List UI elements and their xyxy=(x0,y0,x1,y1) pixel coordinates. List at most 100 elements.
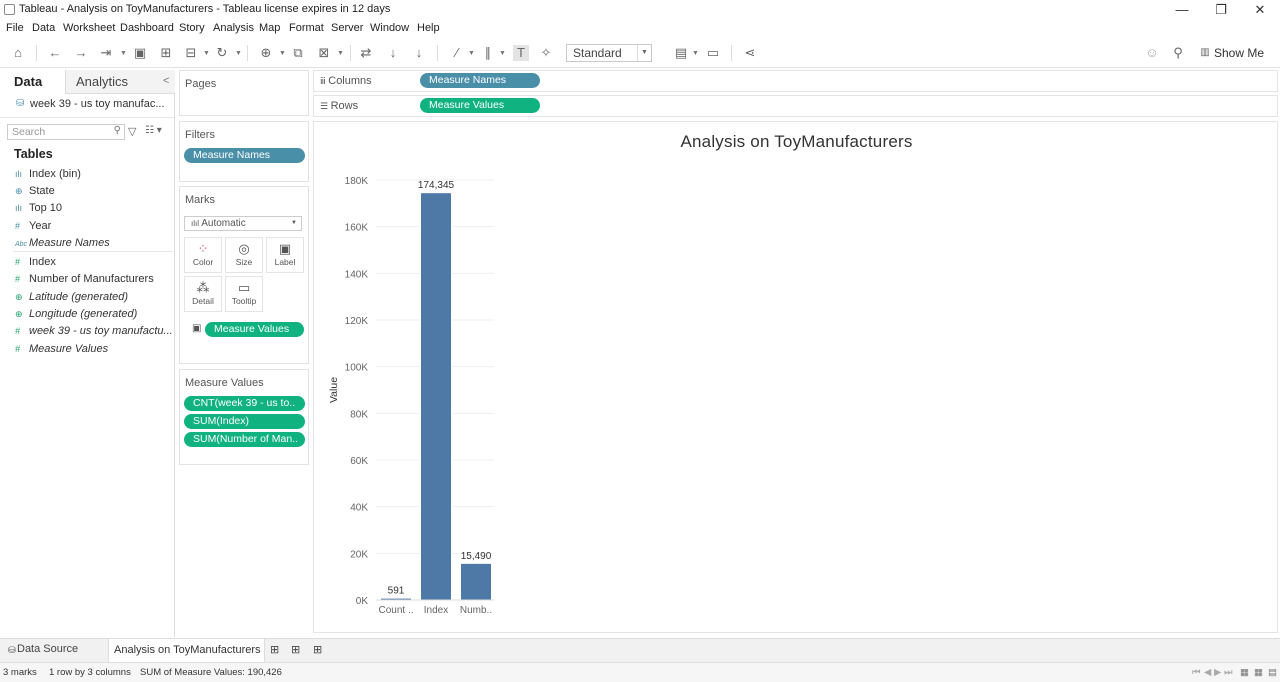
chevron-down-icon[interactable]: ▼ xyxy=(120,50,127,57)
visualization-area[interactable]: Analysis on ToyManufacturers 0K 20K 40K 60K… xyxy=(313,121,1278,633)
field-item[interactable]: ⊕ State xyxy=(15,185,55,201)
measure-pill-sum-index[interactable]: SUM(Index) xyxy=(184,414,305,429)
field-item[interactable]: # Index xyxy=(15,256,56,272)
show-mark-labels-icon[interactable]: T xyxy=(513,45,529,61)
new-story-icon[interactable]: ⊞ xyxy=(313,643,322,656)
tabs-view-icon[interactable]: ▤ xyxy=(1268,667,1277,678)
label-button[interactable]: ▣ Label xyxy=(266,237,304,273)
show-me-button[interactable]: Show Me xyxy=(1214,46,1264,60)
menu-help[interactable]: Help xyxy=(417,22,440,34)
measure-values-card[interactable]: Measure Values CNT(week 39 - us to.. SUM… xyxy=(179,369,309,465)
mark-type-select[interactable]: ılıl Automatic ▼ xyxy=(184,216,302,231)
size-button[interactable]: ◎ Size xyxy=(225,237,263,273)
highlight-icon[interactable]: ∕ xyxy=(449,45,465,61)
search-box[interactable]: Search ⚲ xyxy=(7,124,125,140)
tab-active-sheet[interactable]: Analysis on ToyManufacturers xyxy=(108,639,265,663)
rows-shelf[interactable]: ☰ Rows Measure Values xyxy=(313,95,1278,117)
menu-analysis[interactable]: Analysis xyxy=(213,22,254,34)
pages-card[interactable]: Pages xyxy=(179,70,309,116)
duplicate-icon[interactable]: ⧉ xyxy=(290,45,306,61)
filter-pill-measure-names[interactable]: Measure Names xyxy=(184,148,305,163)
field-item[interactable]: # week 39 - us toy manufactu... xyxy=(15,325,173,341)
chevron-down-icon[interactable]: ▼ xyxy=(468,50,475,57)
new-datasource-icon[interactable]: ⊞ xyxy=(158,45,174,61)
new-worksheet-icon[interactable]: ⊞ xyxy=(270,643,279,656)
columns-shelf[interactable]: ⅲ Columns Measure Names xyxy=(313,70,1278,92)
color-button[interactable]: ⁘ Color xyxy=(184,237,222,273)
field-item[interactable]: # Number of Manufacturers xyxy=(15,273,154,289)
chevron-down-icon[interactable]: ▼ xyxy=(203,50,210,57)
filter-icon[interactable]: ▽ xyxy=(128,125,136,138)
bar-chart[interactable]: 0K 20K 40K 60K 80K 100K 120K 140K 160K 180K Value 5… xyxy=(314,122,1277,632)
menu-dashboard[interactable]: Dashboard xyxy=(120,22,174,34)
menu-map[interactable]: Map xyxy=(259,22,280,34)
filmstrip-view-icon[interactable]: ▦ xyxy=(1240,667,1249,678)
fit-select[interactable]: Standard ▼ xyxy=(566,44,652,62)
new-worksheet-icon[interactable]: ⊕ xyxy=(258,45,274,61)
undo-icon[interactable]: ← xyxy=(47,45,63,61)
menu-server[interactable]: Server xyxy=(331,22,363,34)
new-dashboard-icon[interactable]: ⊞ xyxy=(291,643,300,656)
next-sheet-icon[interactable]: ▶ xyxy=(1214,667,1221,678)
previous-sheet-icon[interactable]: ◀ xyxy=(1204,667,1211,678)
chevron-down-icon[interactable]: ▼ xyxy=(637,45,651,61)
show-cards-icon[interactable]: ▤ xyxy=(673,45,689,61)
redo-icon[interactable]: → xyxy=(73,45,89,61)
field-item[interactable]: ılı Index (bin) xyxy=(15,168,81,184)
close-button[interactable]: ✕ xyxy=(1240,0,1280,20)
view-options-icon[interactable]: ☷ ▾ xyxy=(145,125,162,136)
rows-shelf-label: ☰ Rows xyxy=(320,100,358,112)
tab-data[interactable]: Data xyxy=(14,74,42,89)
tableau-tips-icon[interactable]: ⚲ xyxy=(1170,45,1186,61)
measure-pill-sum-number[interactable]: SUM(Number of Man.. xyxy=(184,432,305,447)
menu-file[interactable]: File xyxy=(6,22,24,34)
menu-story[interactable]: Story xyxy=(179,22,205,34)
fix-axes-icon[interactable]: ✧ xyxy=(538,45,554,61)
chevron-down-icon[interactable]: ▼ xyxy=(499,50,506,57)
collapse-pane-button[interactable]: < xyxy=(163,75,169,87)
filters-card[interactable]: Filters Measure Names xyxy=(179,121,309,182)
explain-data-icon[interactable]: ☺ xyxy=(1144,45,1160,61)
marks-card[interactable]: Marks ılıl Automatic ▼ ⁘ Color ◎ Size ▣ … xyxy=(179,186,309,364)
home-icon[interactable]: ⌂ xyxy=(10,45,26,61)
refresh-icon[interactable]: ↻ xyxy=(214,45,230,61)
chevron-down-icon[interactable]: ▼ xyxy=(235,50,242,57)
field-item[interactable]: # Year xyxy=(15,220,51,236)
datasource-name[interactable]: week 39 - us toy manufac... xyxy=(30,98,165,110)
menu-data[interactable]: Data xyxy=(32,22,55,34)
field-item[interactable]: # Measure Values xyxy=(15,343,108,359)
sheet-sorter-icon[interactable]: ▦ xyxy=(1254,667,1263,678)
field-item[interactable]: ⊕ Latitude (generated) xyxy=(15,291,128,307)
clear-sheet-icon[interactable]: ⊠ xyxy=(316,45,332,61)
show-me-icon[interactable]: ▥ xyxy=(1199,45,1211,61)
first-sheet-icon[interactable]: ⏮ xyxy=(1192,667,1201,678)
detail-button[interactable]: ⁂ Detail xyxy=(184,276,222,312)
columns-pill-measure-names[interactable]: Measure Names xyxy=(420,73,540,88)
swap-rows-columns-icon[interactable]: ⇄ xyxy=(358,45,374,61)
presentation-mode-icon[interactable]: ▭ xyxy=(705,45,721,61)
measure-pill-cnt[interactable]: CNT(week 39 - us to.. xyxy=(184,396,305,411)
field-item[interactable]: ılı Top 10 xyxy=(15,202,62,218)
chevron-down-icon[interactable]: ▼ xyxy=(692,50,699,57)
sort-ascending-icon[interactable]: ↓ xyxy=(385,45,401,61)
tooltip-button[interactable]: ▭ Tooltip xyxy=(225,276,263,312)
pause-updates-icon[interactable]: ⊟ xyxy=(183,45,199,61)
menu-format[interactable]: Format xyxy=(289,22,324,34)
tab-data-source[interactable]: Data Source xyxy=(17,643,78,655)
replay-icon[interactable]: ⇥ xyxy=(98,45,114,61)
chevron-down-icon[interactable]: ▼ xyxy=(279,50,286,57)
restore-button[interactable]: ❐ xyxy=(1201,0,1241,20)
chevron-down-icon[interactable]: ▼ xyxy=(337,50,344,57)
save-icon[interactable]: ▣ xyxy=(132,45,148,61)
field-item[interactable]: ⊕ Longitude (generated) xyxy=(15,308,137,324)
marks-pill-measure-values[interactable]: Measure Values xyxy=(205,322,304,337)
group-members-icon[interactable]: ∥ xyxy=(480,45,496,61)
menu-worksheet[interactable]: Worksheet xyxy=(63,22,115,34)
share-icon[interactable]: ⋖ xyxy=(742,45,758,61)
menu-window[interactable]: Window xyxy=(370,22,409,34)
sort-descending-icon[interactable]: ↓ xyxy=(411,45,427,61)
minimize-button[interactable]: — xyxy=(1162,0,1202,20)
rows-pill-measure-values[interactable]: Measure Values xyxy=(420,98,540,113)
last-sheet-icon[interactable]: ⏭ xyxy=(1224,667,1233,678)
tab-analytics[interactable]: Analytics xyxy=(76,74,128,89)
